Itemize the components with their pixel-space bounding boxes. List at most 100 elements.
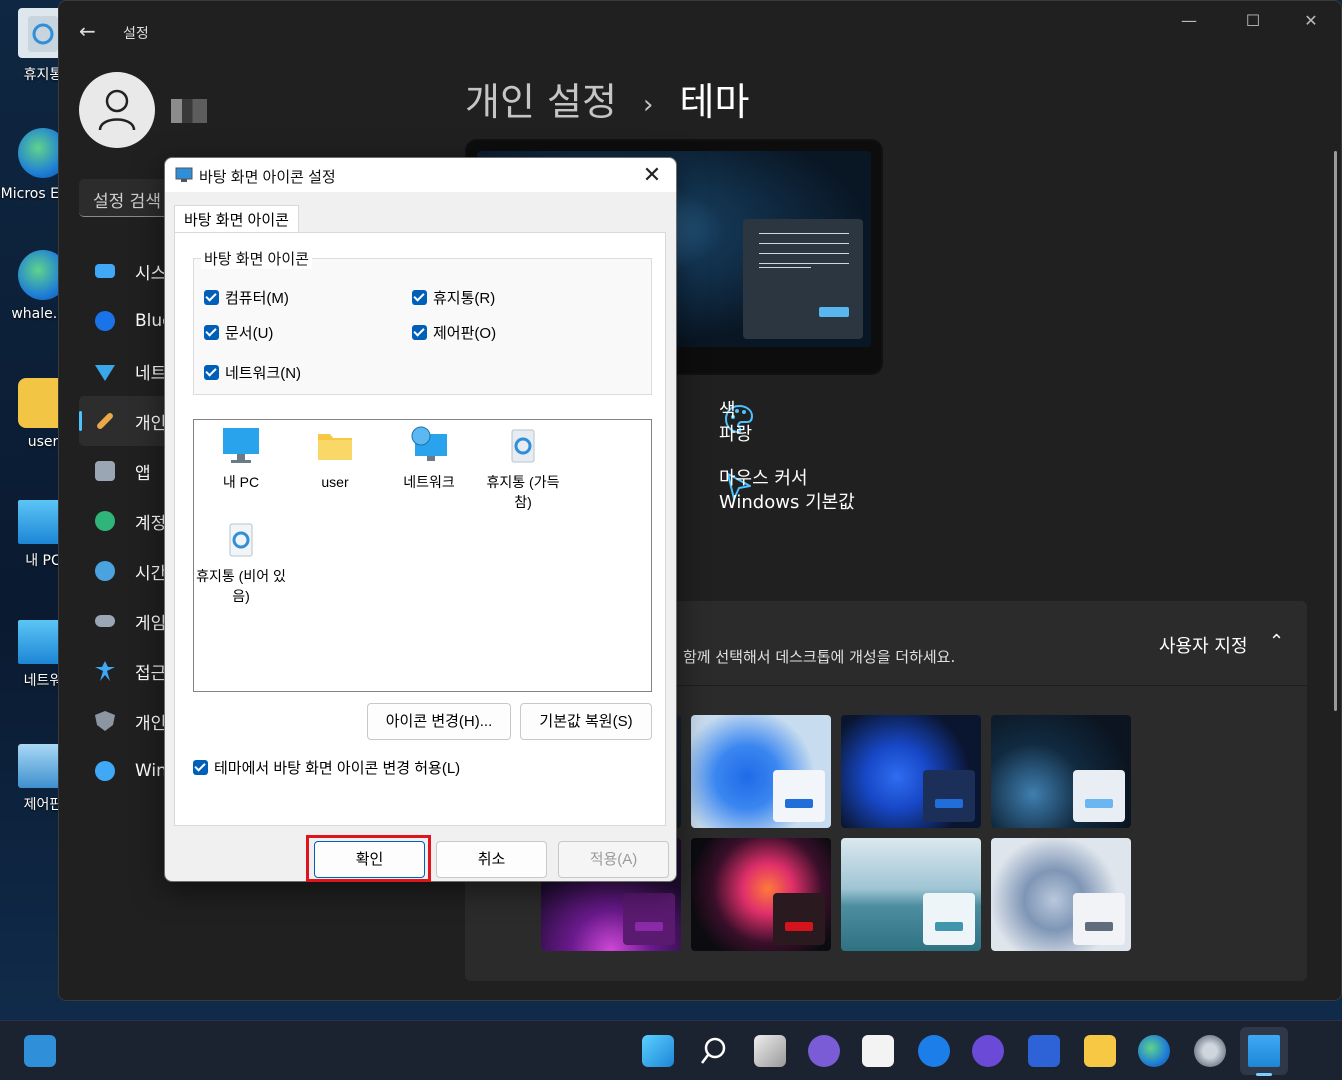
apps-icon [95, 461, 115, 481]
chat-icon[interactable] [808, 1035, 840, 1067]
network-icon [409, 426, 449, 466]
dialog-close-button[interactable]: ✕ [638, 162, 666, 188]
update-icon [95, 761, 115, 781]
preview-window [743, 219, 863, 339]
dialog-tab-content: 바탕 화면 아이콘 컴퓨터(M) 휴지통(R) 문서(U) 제어판(O) 네트워… [174, 232, 666, 826]
theme-thumbnail[interactable] [841, 838, 981, 951]
translator-icon[interactable] [1028, 1035, 1060, 1067]
cursor-label: 마우스 커서 [719, 468, 808, 489]
app-icon[interactable] [972, 1035, 1004, 1067]
color-setting[interactable]: 색 파랑 [719, 399, 752, 447]
network-checkbox[interactable]: 네트워크(N) [204, 362, 301, 383]
account-icon [95, 511, 115, 531]
checkbox-label: 문서(U) [225, 325, 274, 342]
settings-titlebar: ← 설정 — ☐ ✕ [59, 1, 1341, 61]
recycle-bin-full-icon [503, 426, 543, 466]
list-item-label: 휴지통 (가득 참) [486, 474, 560, 510]
change-icon-button[interactable]: 아이콘 변경(H)... [367, 703, 511, 740]
cancel-button[interactable]: 취소 [436, 841, 547, 878]
nav-item-label: 접근 [135, 663, 167, 684]
taskbar [0, 1020, 1342, 1080]
checkbox-checked [204, 325, 219, 340]
settings-gear-icon[interactable] [1194, 1035, 1226, 1067]
folder-icon [315, 426, 355, 466]
task-view-icon[interactable] [754, 1035, 786, 1067]
checkbox-label: 네트워크(N) [225, 365, 302, 382]
desktop-settings-taskbar-icon[interactable] [1248, 1035, 1280, 1067]
icon-list: 내 PC user 네트워크 휴지통 (가득 참) 휴지통 (비어 있음) [193, 419, 652, 692]
wifi-icon [95, 365, 115, 381]
search-icon[interactable] [698, 1035, 730, 1067]
edge-icon[interactable] [1138, 1035, 1170, 1067]
nav-item-label: 네트 [135, 363, 167, 384]
checkbox-label: 테마에서 바탕 화면 아이콘 변경 허용(L) [214, 760, 461, 777]
globe-clock-icon [95, 561, 115, 581]
checkbox-checked [204, 365, 219, 380]
list-item-label: user [321, 474, 349, 490]
breadcrumb-current: 테마 [679, 80, 750, 124]
dialog-title: 바탕 화면 아이콘 설정 [199, 169, 336, 186]
customize-label[interactable]: 사용자 지정 [1159, 632, 1248, 658]
tab-desktop-icons[interactable]: 바탕 화면 아이콘 [174, 205, 299, 233]
theme-thumbnail[interactable] [691, 838, 831, 951]
breadcrumb-separator: › [643, 89, 654, 120]
chevron-up-icon[interactable]: ⌃ [1269, 631, 1284, 652]
close-button[interactable]: ✕ [1291, 11, 1331, 30]
scrollbar[interactable] [1334, 151, 1337, 711]
list-item-label: 내 PC [222, 474, 260, 490]
apply-button[interactable]: 적용(A) [558, 841, 669, 878]
allow-themes-checkbox[interactable]: 테마에서 바탕 화면 아이콘 변경 허용(L) [193, 757, 460, 778]
checkbox-checked [204, 290, 219, 305]
active-indicator [1256, 1073, 1272, 1076]
file-explorer-icon[interactable] [1084, 1035, 1116, 1067]
nav-item-label: 앱 [135, 463, 151, 484]
theme-thumbnail[interactable] [991, 838, 1131, 951]
minimize-button[interactable]: — [1169, 11, 1209, 30]
user-name [171, 99, 207, 123]
checkbox-checked [412, 290, 427, 305]
nav-item-label: Win [135, 761, 167, 781]
avatar[interactable] [79, 72, 155, 148]
cursor-setting[interactable]: 마우스 커서 Windows 기본값 [719, 467, 855, 515]
recycle-bin-checkbox[interactable]: 휴지통(R) [412, 287, 495, 308]
monitor-icon [221, 426, 261, 466]
nav-item-label: 개인 [135, 713, 167, 734]
breadcrumb-parent[interactable]: 개인 설정 [465, 80, 617, 124]
store-icon[interactable] [862, 1035, 894, 1067]
nav-item-label: 개인 [135, 413, 167, 434]
bing-icon[interactable] [918, 1035, 950, 1067]
customize-description: 함께 선택해서 데스크톱에 개성을 더하세요. [683, 648, 956, 666]
checkbox-checked [193, 760, 208, 775]
computer-checkbox[interactable]: 컴퓨터(M) [204, 287, 289, 308]
documents-checkbox[interactable]: 문서(U) [204, 322, 273, 343]
list-item-recycle-empty[interactable]: 휴지통 (비어 있음) [196, 520, 286, 606]
theme-thumbnail[interactable] [841, 715, 981, 828]
page-title: 개인 설정 › 테마 [465, 71, 749, 126]
widgets-icon[interactable] [24, 1035, 56, 1067]
back-arrow-icon[interactable]: ← [79, 19, 96, 43]
start-icon[interactable] [642, 1035, 674, 1067]
list-item-label: 휴지통 (비어 있음) [196, 568, 286, 604]
brush-icon [95, 411, 115, 431]
checkbox-label: 휴지통(R) [433, 290, 496, 307]
user-icon [98, 89, 136, 131]
control-panel-checkbox[interactable]: 제어판(O) [412, 322, 496, 343]
dialog-titlebar: 바탕 화면 아이콘 설정 ✕ [165, 158, 676, 192]
recycle-bin-empty-icon [221, 520, 261, 560]
shield-icon [95, 711, 115, 731]
cursor-value: Windows 기본값 [719, 492, 855, 513]
maximize-button[interactable]: ☐ [1233, 11, 1273, 30]
bluetooth-icon [95, 311, 115, 331]
list-item-network[interactable]: 네트워크 [384, 426, 474, 492]
list-item-this-pc[interactable]: 내 PC [196, 426, 286, 492]
theme-thumbnail[interactable] [991, 715, 1131, 828]
nav-item-label: 계정 [135, 513, 167, 534]
checkbox-label: 제어판(O) [433, 325, 497, 342]
checkbox-label: 컴퓨터(M) [225, 290, 289, 307]
list-item-user[interactable]: user [290, 426, 380, 492]
highlight-box [306, 835, 431, 882]
theme-thumbnail[interactable] [691, 715, 831, 828]
list-item-recycle-full[interactable]: 휴지통 (가득 참) [478, 426, 568, 512]
restore-default-button[interactable]: 기본값 복원(S) [520, 703, 652, 740]
system-icon [95, 264, 115, 278]
